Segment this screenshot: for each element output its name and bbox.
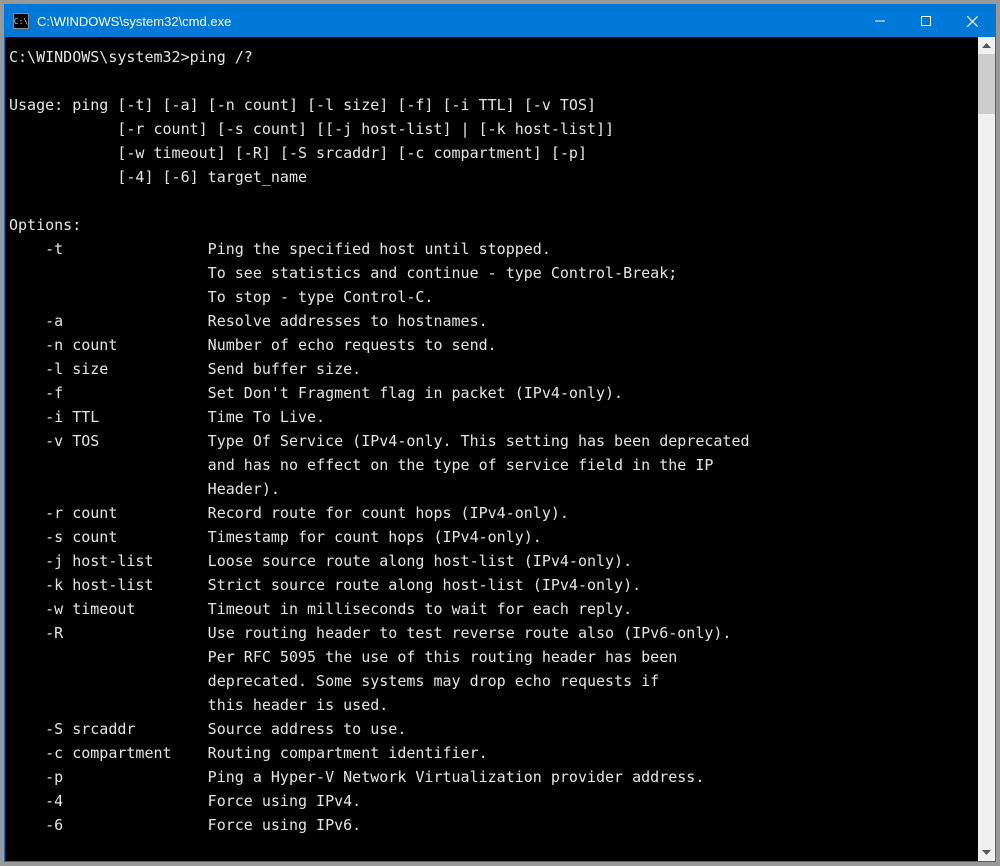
terminal-line: -k host-list Strict source route along h…: [9, 573, 974, 597]
terminal-line: [-r count] [-s count] [[-j host-list] | …: [9, 117, 974, 141]
minimize-button[interactable]: [857, 5, 903, 37]
client-area: C:\WINDOWS\system32>ping /? Usage: ping …: [5, 37, 995, 861]
terminal-line: -a Resolve addresses to hostnames.: [9, 309, 974, 333]
cmd-window: C:\ C:\WINDOWS\system32\cmd.exe C:\WINDO…: [4, 4, 996, 862]
terminal-line: deprecated. Some systems may drop echo r…: [9, 669, 974, 693]
terminal-line: Options:: [9, 213, 974, 237]
terminal-line: [-4] [-6] target_name: [9, 165, 974, 189]
terminal-line: To see statistics and continue - type Co…: [9, 261, 974, 285]
terminal-line: [-w timeout] [-R] [-S srcaddr] [-c compa…: [9, 141, 974, 165]
terminal-line: Usage: ping [-t] [-a] [-n count] [-l siz…: [9, 93, 974, 117]
terminal-line: -i TTL Time To Live.: [9, 405, 974, 429]
titlebar[interactable]: C:\ C:\WINDOWS\system32\cmd.exe: [5, 5, 995, 37]
terminal-line: and has no effect on the type of service…: [9, 453, 974, 477]
terminal-line: -4 Force using IPv4.: [9, 789, 974, 813]
terminal-line: -j host-list Loose source route along ho…: [9, 549, 974, 573]
terminal-line: Per RFC 5095 the use of this routing hea…: [9, 645, 974, 669]
terminal-line: To stop - type Control-C.: [9, 285, 974, 309]
terminal-line: -f Set Don't Fragment flag in packet (IP…: [9, 381, 974, 405]
terminal-line: [9, 837, 974, 861]
terminal-line: -r count Record route for count hops (IP…: [9, 501, 974, 525]
terminal-line: -w timeout Timeout in milliseconds to wa…: [9, 597, 974, 621]
terminal-line: -s count Timestamp for count hops (IPv4-…: [9, 525, 974, 549]
window-title: C:\WINDOWS\system32\cmd.exe: [37, 14, 857, 29]
window-controls: [857, 5, 995, 37]
terminal-line: Header).: [9, 477, 974, 501]
terminal-line: -l size Send buffer size.: [9, 357, 974, 381]
terminal-line: C:\WINDOWS\system32>ping /?: [9, 45, 974, 69]
scroll-down-button[interactable]: [978, 844, 995, 861]
maximize-button[interactable]: [903, 5, 949, 37]
scroll-thumb[interactable]: [978, 54, 995, 114]
terminal-line: -n count Number of echo requests to send…: [9, 333, 974, 357]
close-button[interactable]: [949, 5, 995, 37]
cmd-icon: C:\: [13, 13, 29, 29]
vertical-scrollbar[interactable]: [978, 37, 995, 861]
terminal-line: -p Ping a Hyper-V Network Virtualization…: [9, 765, 974, 789]
terminal-line: -t Ping the specified host until stopped…: [9, 237, 974, 261]
terminal-line: -c compartment Routing compartment ident…: [9, 741, 974, 765]
terminal-line: [9, 69, 974, 93]
terminal-line: [9, 189, 974, 213]
terminal-line: -R Use routing header to test reverse ro…: [9, 621, 974, 645]
terminal-line: -6 Force using IPv6.: [9, 813, 974, 837]
terminal-line: -v TOS Type Of Service (IPv4-only. This …: [9, 429, 974, 453]
scroll-track[interactable]: [978, 54, 995, 844]
terminal-output[interactable]: C:\WINDOWS\system32>ping /? Usage: ping …: [5, 37, 978, 861]
terminal-line: this header is used.: [9, 693, 974, 717]
scroll-up-button[interactable]: [978, 37, 995, 54]
terminal-line: -S srcaddr Source address to use.: [9, 717, 974, 741]
